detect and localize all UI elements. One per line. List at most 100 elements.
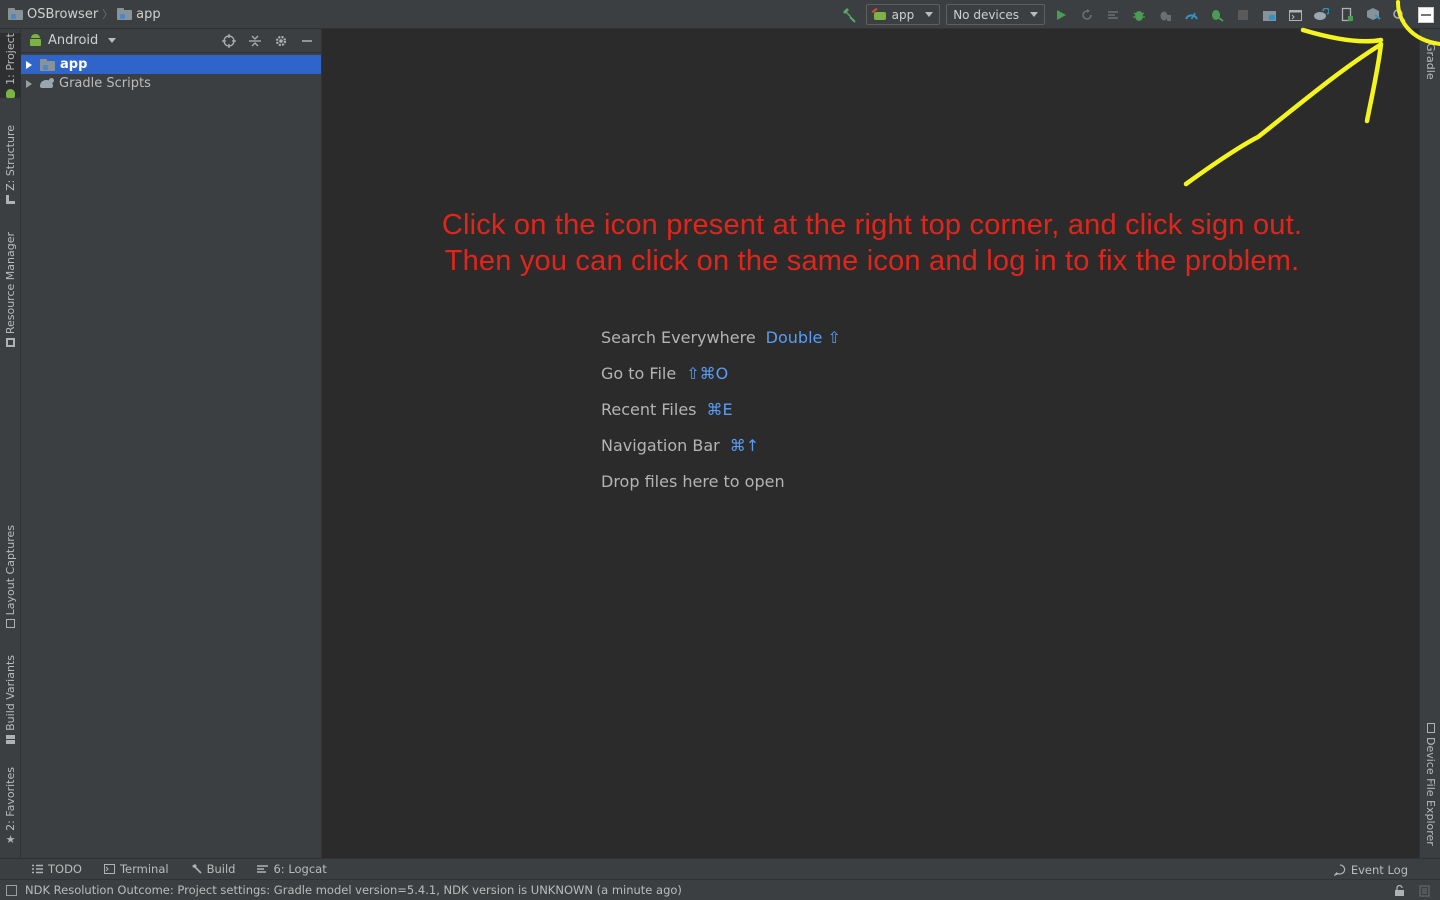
hint-go-to-file: Go to File ⇧⌘O (601, 355, 841, 391)
project-tool-window: Android app Gradle Scripts (21, 29, 322, 858)
android-icon (6, 88, 15, 98)
tab-structure[interactable]: Z: Structure (0, 125, 21, 204)
tab-resource-manager[interactable]: Resource Manager (0, 232, 21, 348)
module-folder-icon (117, 8, 133, 20)
empty-editor-hints: Search Everywhere Double ⇧ Go to File ⇧⌘… (601, 319, 841, 499)
breadcrumb-project-label: OSBrowser (27, 6, 99, 22)
tree-item-label: app (60, 57, 88, 72)
tab-todo[interactable]: TODO (32, 862, 82, 876)
gradle-icon (40, 78, 54, 89)
sync-gradle-icon[interactable] (1308, 0, 1334, 29)
breadcrumb-project[interactable]: OSBrowser (8, 0, 98, 28)
stop-icon[interactable] (1230, 0, 1256, 29)
status-bar-widgets (1394, 880, 1430, 900)
tree-item-label: Gradle Scripts (59, 76, 151, 91)
collapse-all-icon[interactable] (247, 33, 263, 49)
account-avatar-icon[interactable] (1412, 0, 1440, 29)
expand-arrow-icon[interactable] (26, 60, 32, 69)
tab-structure-label: Z: Structure (4, 125, 17, 191)
hint-recent-files: Recent Files ⌘E (601, 391, 841, 427)
breadcrumb-module[interactable]: app (117, 0, 161, 28)
debug-icon[interactable] (1126, 0, 1152, 29)
sdk-manager-icon[interactable] (1360, 0, 1386, 29)
toggle-tool-windows-icon[interactable] (6, 884, 17, 896)
tab-gradle-label: Gradle (1424, 43, 1437, 80)
tab-terminal-label: Terminal (119, 862, 169, 876)
tab-layout-captures[interactable]: Layout Captures (0, 525, 21, 629)
tab-build[interactable]: Build (191, 862, 236, 876)
module-folder-icon (40, 58, 55, 71)
status-message[interactable]: NDK Resolution Outcome: Project settings… (25, 883, 682, 897)
expand-arrow-icon[interactable] (26, 79, 32, 88)
project-view-selector[interactable]: Android (29, 33, 117, 48)
status-bar: NDK Resolution Outcome: Project settings… (0, 879, 1440, 900)
hint-label: Recent Files (601, 399, 697, 419)
apply-changes-icon[interactable] (1074, 0, 1100, 29)
event-log-icon (1333, 863, 1346, 876)
chevron-down-icon (1030, 12, 1038, 17)
locate-file-icon[interactable] (221, 33, 237, 49)
hint-navigation-bar: Navigation Bar ⌘↑ (601, 427, 841, 463)
hint-label: Go to File (601, 363, 677, 383)
run-config-selector[interactable]: app (865, 4, 941, 25)
hint-label: Navigation Bar (601, 435, 720, 455)
tab-gradle[interactable]: Gradle (1420, 43, 1440, 80)
android-module-icon (873, 9, 887, 20)
tab-layout-captures-label: Layout Captures (4, 525, 17, 616)
attach-debugger-icon[interactable] (1152, 0, 1178, 29)
breadcrumb-separator: 〉 (102, 8, 114, 21)
tab-todo-label: TODO (48, 862, 82, 876)
lock-icon[interactable] (1394, 884, 1405, 897)
star-icon: ★ (5, 832, 16, 846)
memory-indicator-icon[interactable] (1419, 885, 1430, 897)
tab-build-variants-label: Build Variants (4, 655, 17, 731)
left-tool-stripe: 1: Project Z: Structure Resource Manager… (0, 29, 21, 858)
avd-manager-icon[interactable] (1334, 0, 1360, 29)
tab-terminal[interactable]: Terminal (103, 862, 169, 876)
project-tree: app Gradle Scripts (21, 53, 321, 93)
run-config-label: app (891, 7, 915, 22)
tab-logcat[interactable]: 6: Logcat (257, 862, 327, 876)
terminal-icon[interactable] (1282, 0, 1308, 29)
device-icon (1426, 723, 1435, 733)
project-structure-icon[interactable] (1256, 0, 1282, 29)
project-panel-tools (221, 29, 315, 53)
annotation-line-1: Click on the icon present at the right t… (441, 209, 1303, 241)
apply-code-changes-icon[interactable] (1100, 0, 1126, 29)
tab-build-label: Build (206, 862, 236, 876)
tree-item-app[interactable]: app (21, 55, 321, 74)
tab-build-variants[interactable]: Build Variants (0, 655, 21, 744)
hint-label: Drop files here to open (601, 471, 785, 491)
hide-panel-icon[interactable] (299, 33, 315, 49)
hint-drop-files: Drop files here to open (601, 463, 841, 499)
project-view-label: Android (48, 33, 99, 48)
tab-project-label: 1: Project (4, 33, 17, 85)
hint-search-everywhere: Search Everywhere Double ⇧ (601, 319, 841, 355)
right-tool-stripe: Gradle Device File Explorer (1419, 29, 1440, 858)
instruction-annotation: Click on the icon present at the right t… (322, 207, 1422, 279)
tab-device-file-explorer[interactable]: Device File Explorer (1420, 723, 1440, 846)
terminal-icon (103, 864, 115, 874)
tab-logcat-label: 6: Logcat (273, 862, 327, 876)
project-folder-icon (8, 8, 23, 20)
logcat-icon (257, 865, 269, 873)
layout-captures-icon (6, 619, 15, 629)
hint-shortcut: ⌘↑ (729, 435, 760, 455)
tab-project[interactable]: 1: Project (0, 33, 21, 98)
build-hammer-icon (191, 864, 202, 874)
attach-process-icon[interactable] (1204, 0, 1230, 29)
chevron-down-icon (925, 12, 934, 17)
editor-empty-area[interactable]: Click on the icon present at the right t… (322, 29, 1419, 858)
gear-icon[interactable] (273, 33, 289, 49)
structure-icon (6, 194, 15, 204)
tab-favorites[interactable]: 2: Favorites ★ (0, 767, 21, 846)
device-selector[interactable]: No devices (946, 4, 1045, 25)
tab-event-log[interactable]: Event Log (1333, 859, 1408, 880)
todo-list-icon (32, 864, 43, 874)
profile-icon[interactable] (1178, 0, 1204, 29)
run-icon[interactable] (1048, 0, 1074, 29)
tree-item-gradle-scripts[interactable]: Gradle Scripts (21, 74, 321, 93)
build-hammer-icon[interactable] (837, 0, 863, 29)
search-icon[interactable] (1386, 0, 1412, 29)
breadcrumb: OSBrowser 〉 app (0, 0, 161, 28)
